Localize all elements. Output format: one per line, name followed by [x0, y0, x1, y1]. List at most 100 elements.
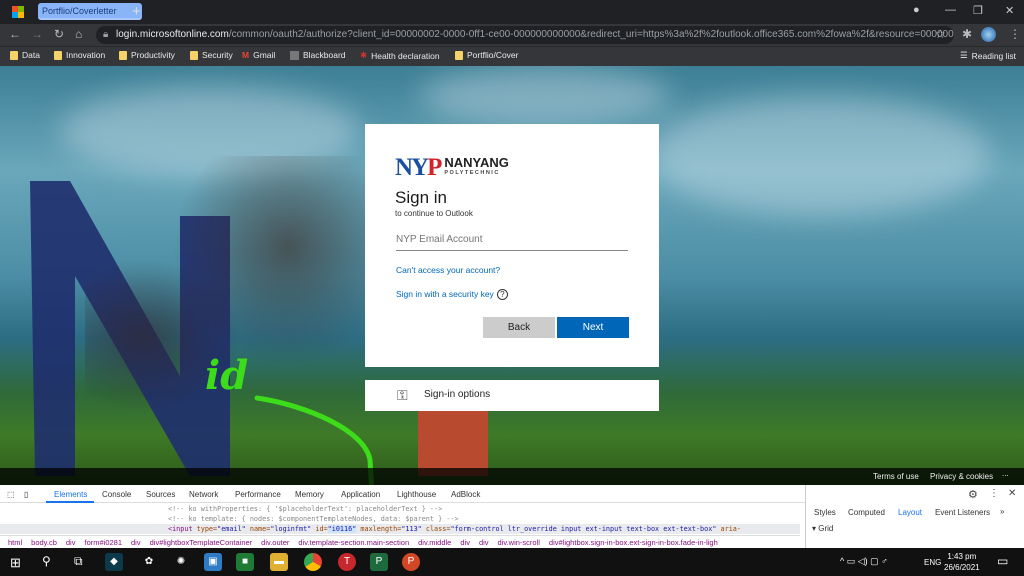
breadcrumb-item[interactable]: body.cb — [31, 538, 57, 547]
url-host: login.microsoftonline.com — [116, 29, 229, 40]
back-button[interactable]: Back — [483, 317, 555, 338]
more-options-button[interactable]: ... — [1002, 469, 1009, 478]
bookmark-star-icon[interactable]: ☆ — [935, 27, 946, 41]
tab-application[interactable]: Application — [341, 490, 380, 499]
grid-section-header[interactable]: ▾ Grid — [812, 524, 833, 533]
close-window-button[interactable]: ✕ — [1005, 4, 1014, 17]
menu-icon[interactable]: ⋮ — [1009, 27, 1021, 41]
breadcrumb-item[interactable]: div.middle — [418, 538, 451, 547]
app-icon[interactable]: T — [338, 553, 356, 571]
system-tray-icons[interactable]: ^ ▭ ◁) ▢ ♂ — [840, 556, 888, 567]
language-indicator[interactable]: ENG — [924, 558, 941, 567]
browser-tab[interactable]: Portflio/Coverletter — [38, 3, 142, 20]
nyp-logo-mark: NYP — [395, 154, 442, 181]
bookmark-health-declaration[interactable]: ✱ Health declaration — [360, 50, 440, 61]
chrome-icon[interactable] — [304, 553, 322, 571]
folder-icon — [119, 50, 127, 60]
app-icon[interactable]: ✺ — [172, 553, 190, 571]
devtools-panel: ⬚ ▯ Elements Console Sources Network Per… — [0, 485, 1024, 548]
bookmark-portfolio[interactable]: Portflio/Cover — [455, 50, 519, 60]
breadcrumb-item[interactable]: div#lightboxTemplateContainer — [150, 538, 253, 547]
terms-link[interactable]: Terms of use — [873, 472, 919, 481]
app-icon[interactable]: ■ — [236, 553, 254, 571]
cant-access-link[interactable]: Can't access your account? — [396, 265, 500, 275]
bookmark-label: Security — [202, 50, 233, 60]
task-view-icon[interactable]: ⧉ — [74, 554, 83, 569]
search-icon[interactable]: ⚲ — [42, 554, 51, 568]
device-toggle-icon[interactable]: ▯ — [24, 490, 28, 499]
app-icon[interactable]: ✿ — [140, 553, 158, 571]
inspect-icon[interactable]: ⬚ — [7, 490, 15, 499]
minimize-button[interactable]: — — [945, 4, 956, 16]
tab-styles[interactable]: Styles — [814, 508, 836, 517]
breadcrumb-item[interactable]: form#i0281 — [84, 538, 122, 547]
tab-strip: Portflio/Coverletter + ● — ❐ ✕ — [0, 0, 1024, 24]
next-button[interactable]: Next — [557, 317, 629, 338]
breadcrumb-item[interactable]: div.outer — [261, 538, 289, 547]
pycharm-icon[interactable]: P — [370, 553, 388, 571]
reload-icon[interactable]: ↻ — [54, 27, 64, 41]
tab-adblock[interactable]: AdBlock — [451, 490, 480, 499]
file-explorer-icon[interactable]: ▬ — [270, 553, 288, 571]
tab-layout[interactable]: Layout — [898, 508, 922, 517]
email-input[interactable] — [396, 232, 628, 251]
bookmark-gmail[interactable]: M Gmail — [242, 50, 275, 60]
page-subtitle: to continue to Outlook — [395, 209, 473, 218]
tab-computed[interactable]: Computed — [848, 508, 885, 517]
tab-network[interactable]: Network — [189, 490, 218, 499]
selected-code-line[interactable]: <input type="email" name="loginfmt" id="… — [0, 524, 800, 534]
bookmark-label: Health declaration — [371, 50, 440, 61]
breadcrumb-item[interactable]: div — [131, 538, 141, 547]
breadcrumb-item[interactable]: div#lightbox.sign-in-box.ext-sign-in-box… — [549, 538, 718, 547]
help-icon[interactable]: ? — [496, 289, 508, 300]
app-icon[interactable]: ◆ — [105, 553, 123, 571]
tab-console[interactable]: Console — [102, 490, 131, 499]
annotation-label: id — [205, 352, 249, 399]
key-icon: ⚿ — [397, 387, 408, 403]
gmail-icon: M — [242, 50, 250, 60]
maximize-button[interactable]: ❐ — [973, 4, 983, 17]
tab-event-listeners[interactable]: Event Listeners — [935, 508, 990, 517]
signin-options-button[interactable]: ⚿ Sign-in options — [365, 380, 659, 411]
bookmark-label: Productivity — [131, 50, 175, 60]
profile-icon[interactable]: ● — [913, 4, 920, 16]
bookmark-productivity[interactable]: Productivity — [119, 50, 175, 60]
more-tabs-icon[interactable]: » — [1000, 507, 1004, 516]
profile-avatar[interactable] — [981, 27, 996, 42]
breadcrumb-item[interactable]: html — [8, 538, 22, 547]
privacy-link[interactable]: Privacy & cookies — [930, 472, 993, 481]
breadcrumb-item[interactable]: div — [460, 538, 470, 547]
bookmark-label: Portflio/Cover — [467, 50, 519, 60]
powerpoint-icon[interactable]: P — [402, 553, 420, 571]
app-icon[interactable]: ▣ — [204, 553, 222, 571]
reading-list-button[interactable]: ☰ Reading list — [960, 50, 1016, 61]
start-icon[interactable]: ⊞ — [10, 555, 21, 571]
clock[interactable]: 1:43 pm 26/6/2021 — [944, 551, 980, 573]
forward-arrow-icon[interactable]: → — [31, 27, 43, 41]
code-line[interactable]: <!-- ko template: { nodes: $componentTem… — [0, 514, 800, 524]
bookmark-innovation[interactable]: Innovation — [54, 50, 105, 60]
tab-memory[interactable]: Memory — [295, 490, 324, 499]
back-arrow-icon[interactable]: ← — [9, 27, 21, 41]
breadcrumb-item[interactable]: div.template-section.main-section — [298, 538, 409, 547]
tab-performance[interactable]: Performance — [235, 490, 281, 499]
tab-lighthouse[interactable]: Lighthouse — [397, 490, 436, 499]
bookmark-blackboard[interactable]: Blackboard — [290, 50, 346, 60]
tab-sources[interactable]: Sources — [146, 490, 175, 499]
new-tab-button[interactable]: + — [132, 3, 141, 20]
url-path: /common/oauth2/authorize?client_id=00000… — [228, 29, 954, 40]
code-line[interactable]: <!-- ko withProperties: { '$placeholderT… — [0, 504, 800, 514]
red-letter-sculpture — [418, 406, 488, 476]
time: 1:43 pm — [947, 552, 977, 561]
address-bar[interactable]: 🔒︎ login.microsoftonline.com/common/oauth… — [96, 26, 954, 44]
breadcrumb-item[interactable]: div — [66, 538, 76, 547]
breadcrumb-item[interactable]: div.win-scroll — [498, 538, 540, 547]
bookmark-security[interactable]: Security — [190, 50, 233, 60]
home-icon[interactable]: ⌂ — [75, 27, 82, 41]
security-key-link[interactable]: Sign in with a security key? — [396, 289, 508, 300]
bookmark-data[interactable]: Data — [10, 50, 40, 60]
extensions-icon[interactable]: ✱ — [962, 27, 972, 41]
tab-elements[interactable]: Elements — [54, 490, 87, 499]
notifications-icon[interactable]: ▭ — [997, 554, 1008, 568]
breadcrumb-item[interactable]: div — [479, 538, 489, 547]
